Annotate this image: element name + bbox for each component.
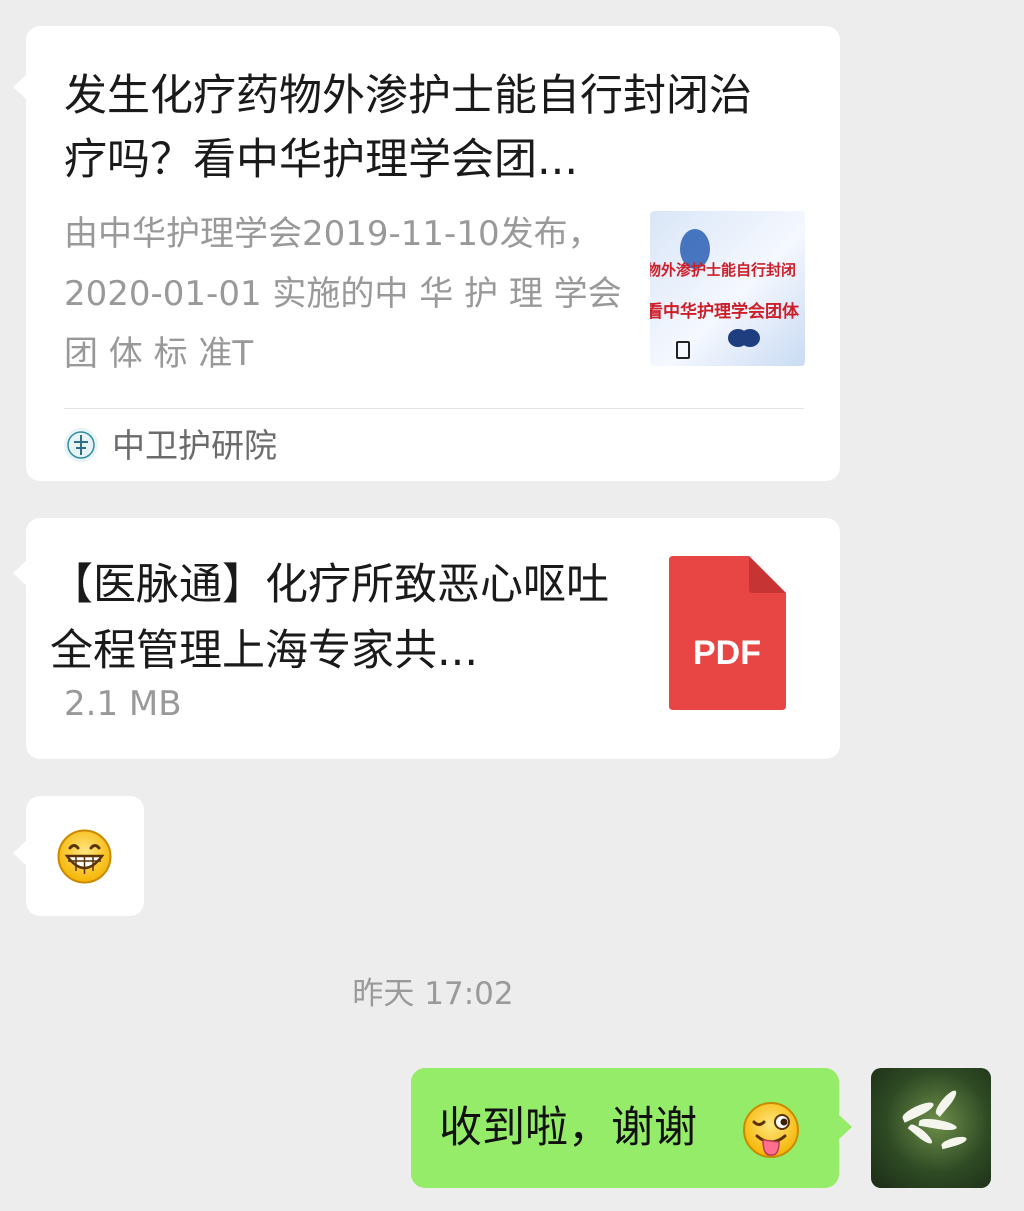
emoji-message[interactable] [13,796,144,916]
winking-tongue-face-icon [743,1102,799,1158]
avatar[interactable] [871,1068,991,1188]
thumbnail-text-1: 物外渗护士能自行封闭 [650,261,797,279]
pdf-file-icon: PDF [669,556,786,710]
pdf-label: PDF [693,634,761,672]
message-timestamp: 昨天 17:02 [352,976,514,1012]
outgoing-message[interactable]: 收到啦，谢谢 [411,1068,852,1188]
grinning-face-icon [57,829,112,884]
outgoing-message-text: 收到啦，谢谢 [439,1103,697,1153]
organization-logo-icon [64,428,98,462]
article-description: 由中华护理学会2019-11-10发布， 2020-01-01 实施的中 华 护… [64,214,622,374]
clipboard-icon [676,341,690,359]
file-card[interactable]: 【医脉通】化疗所致恶心呕吐全程管理上海专家共... 2.1 MB PDF [13,518,840,759]
article-card[interactable]: 发生化疗药物外渗护士能自行封闭治疗吗？看中华护理学会团... 由中华护理学会20… [13,26,840,481]
thumbnail-text-2: 看中华护理学会团体 [650,302,799,322]
article-title: 发生化疗药物外渗护士能自行封闭治疗吗？看中华护理学会团... [64,71,752,185]
article-thumbnail: 物外渗护士能自行封闭 看中华护理学会团体 [650,211,805,366]
file-size: 2.1 MB [64,684,182,724]
source-name: 中卫护研院 [112,426,277,465]
divider [64,408,804,409]
file-name: 【医脉通】化疗所致恶心呕吐全程管理上海专家共... [50,560,609,676]
